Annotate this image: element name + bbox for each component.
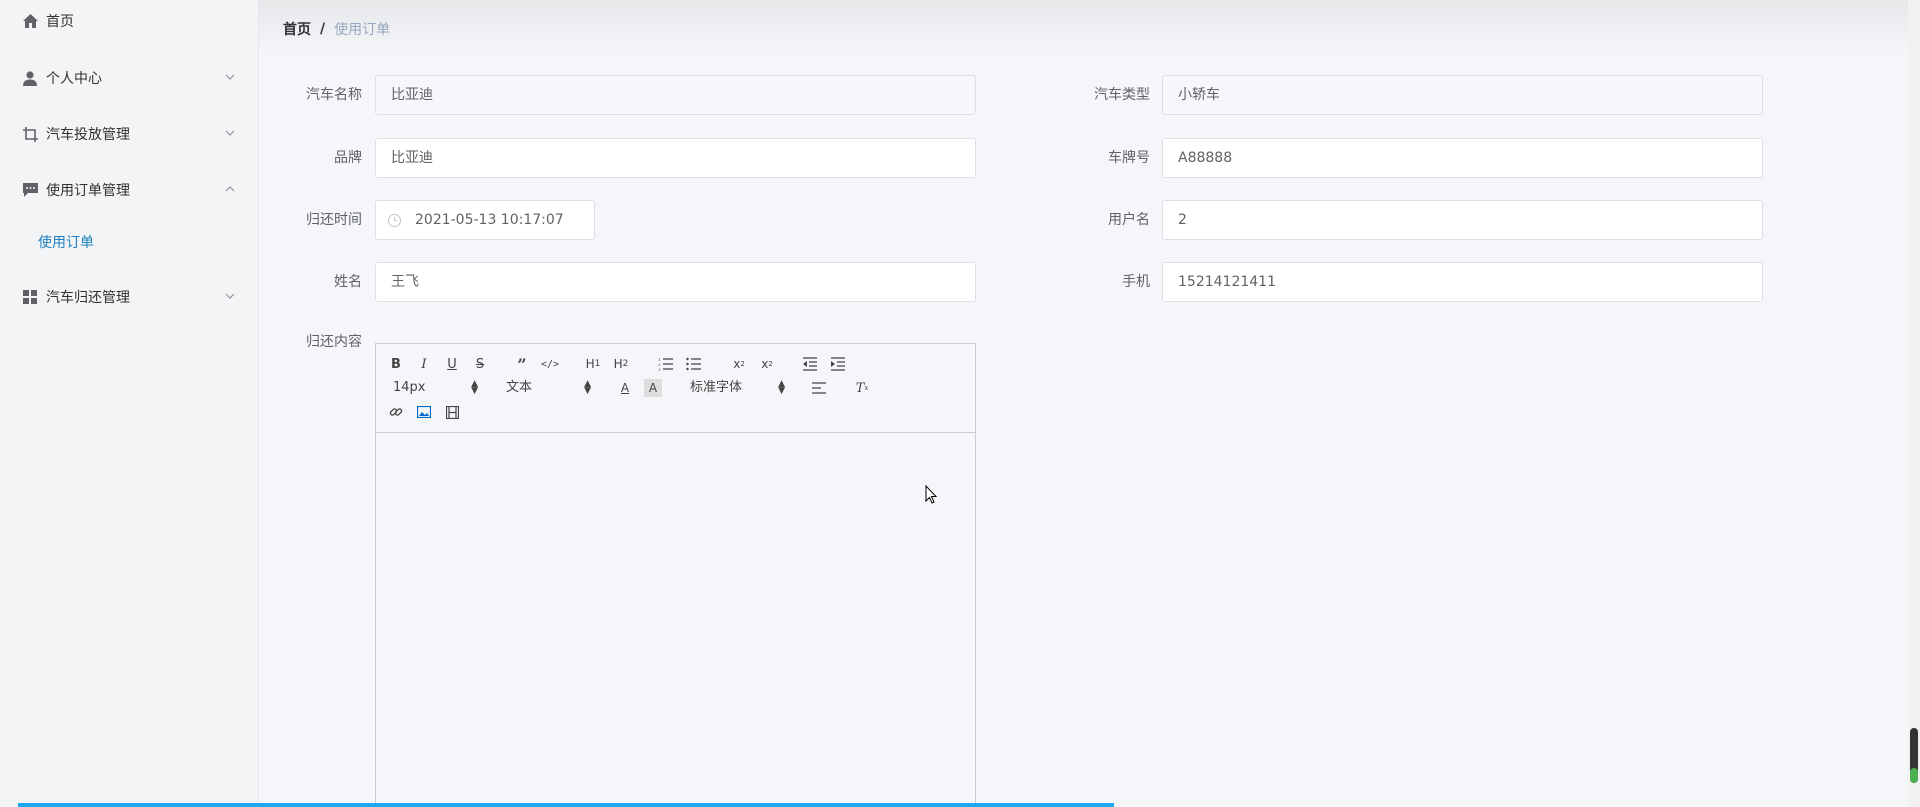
sort-icon: ▲ ▼ xyxy=(584,379,591,396)
breadcrumb: 首页 / 使用订单 xyxy=(283,19,390,39)
phone-input[interactable]: 15214121411 xyxy=(1162,262,1763,302)
sidebar-item-car-return[interactable]: 汽车归还管理 xyxy=(0,277,259,317)
message-icon xyxy=(22,182,38,198)
phone-label: 手机 xyxy=(1122,274,1150,290)
video-icon[interactable] xyxy=(443,403,461,421)
font-picker[interactable]: 标准字体 ▲ ▼ xyxy=(690,379,785,397)
link-icon[interactable] xyxy=(387,403,405,421)
breadcrumb-separator: / xyxy=(320,21,326,37)
font-picker-value: 标准字体 xyxy=(690,380,743,395)
rich-text-editor: B I U S ” </> H1 H2 123 x2 x2 14px ▲ ▼ 文本… xyxy=(375,343,976,807)
car-type-input[interactable]: 小轿车 xyxy=(1162,75,1763,115)
return-content-label: 归还内容 xyxy=(306,334,362,350)
top-bar: 首页 / 使用订单 xyxy=(259,0,1920,55)
sort-icon: ▲ ▼ xyxy=(471,379,478,396)
bold-icon[interactable]: B xyxy=(387,355,405,373)
username-label: 用户名 xyxy=(1108,212,1150,228)
breadcrumb-current: 使用订单 xyxy=(334,22,391,38)
return-time-value: 2021-05-13 10:17:07 xyxy=(415,212,564,228)
strike-icon[interactable]: S xyxy=(471,355,489,373)
car-name-input[interactable]: 比亚迪 xyxy=(375,75,976,115)
outdent-icon[interactable] xyxy=(801,355,819,373)
sidebar-item-personal-center[interactable]: 个人中心 xyxy=(0,58,259,98)
sidebar-item-car-dispatch[interactable]: 汽车投放管理 xyxy=(0,114,259,154)
loading-progress-bar xyxy=(18,803,1114,807)
name-label: 姓名 xyxy=(334,274,362,290)
superscript-icon[interactable]: x2 xyxy=(758,355,776,373)
grid-icon xyxy=(22,289,38,305)
return-time-label: 归还时间 xyxy=(306,212,362,228)
blockquote-icon[interactable]: ” xyxy=(513,355,531,374)
clock-icon xyxy=(388,214,401,227)
svg-text:3: 3 xyxy=(658,367,661,371)
header-picker-value: 文本 xyxy=(506,380,533,395)
chevron-down-icon xyxy=(225,130,235,136)
underline-icon[interactable]: U xyxy=(443,355,461,373)
header-picker[interactable]: 文本 ▲ ▼ xyxy=(506,379,591,397)
size-picker[interactable]: 14px ▲ ▼ xyxy=(393,379,478,397)
return-time-picker[interactable]: 2021-05-13 10:17:07 xyxy=(375,200,595,240)
h1-icon[interactable]: H1 xyxy=(584,355,602,373)
chevron-down-icon xyxy=(225,293,235,299)
brand-label: 品牌 xyxy=(334,150,362,166)
indent-icon[interactable] xyxy=(829,355,847,373)
align-icon[interactable] xyxy=(810,379,828,397)
sidebar-item-label: 使用订单管理 xyxy=(46,183,130,199)
ordered-list-icon[interactable]: 123 xyxy=(657,355,675,373)
sidebar-item-order-management[interactable]: 使用订单管理 xyxy=(0,170,259,210)
mouse-cursor-icon xyxy=(925,485,938,504)
plate-input[interactable]: A88888 xyxy=(1162,138,1763,178)
font-color-icon[interactable]: A xyxy=(616,379,634,397)
sidebar-subitem-label: 使用订单 xyxy=(38,235,94,251)
italic-icon[interactable]: I xyxy=(415,355,433,373)
clear-format-icon[interactable]: Tx xyxy=(853,379,871,397)
sidebar-item-label: 汽车归还管理 xyxy=(46,290,130,306)
size-picker-value: 14px xyxy=(393,380,426,395)
username-input[interactable]: 2 xyxy=(1162,200,1763,240)
sidebar: 首页 个人中心 汽车投放管理 使用订单管理 使用订单 汽车归还管理 xyxy=(0,0,259,807)
scrollbar-indicator xyxy=(1910,768,1918,783)
name-input[interactable]: 王飞 xyxy=(375,262,976,302)
breadcrumb-home[interactable]: 首页 xyxy=(283,19,311,39)
brand-input[interactable]: 比亚迪 xyxy=(375,138,976,178)
chevron-up-icon xyxy=(225,186,235,192)
sidebar-item-home[interactable]: 首页 xyxy=(0,1,259,41)
sidebar-item-label: 首页 xyxy=(46,14,74,30)
editor-toolbar: B I U S ” </> H1 H2 123 x2 x2 14px ▲ ▼ 文本… xyxy=(376,344,975,433)
home-icon xyxy=(22,13,38,29)
background-color-icon[interactable]: A xyxy=(644,379,662,397)
car-type-label: 汽车类型 xyxy=(1094,87,1150,103)
plate-label: 车牌号 xyxy=(1108,150,1150,166)
sidebar-item-label: 汽车投放管理 xyxy=(46,127,130,143)
sidebar-subitem-orders[interactable]: 使用订单 xyxy=(0,224,259,260)
image-icon[interactable] xyxy=(415,403,433,421)
h2-icon[interactable]: H2 xyxy=(612,355,630,373)
crop-icon xyxy=(22,126,38,142)
car-name-label: 汽车名称 xyxy=(306,87,362,103)
chevron-down-icon xyxy=(225,74,235,80)
subscript-icon[interactable]: x2 xyxy=(730,355,748,373)
bullet-list-icon[interactable] xyxy=(685,355,703,373)
user-icon xyxy=(22,70,38,86)
sort-icon: ▲ ▼ xyxy=(778,379,785,396)
vertical-scrollbar[interactable] xyxy=(1908,0,1920,807)
code-block-icon[interactable]: </> xyxy=(541,355,559,373)
sidebar-item-label: 个人中心 xyxy=(46,71,102,87)
editor-content-area[interactable] xyxy=(376,433,975,807)
